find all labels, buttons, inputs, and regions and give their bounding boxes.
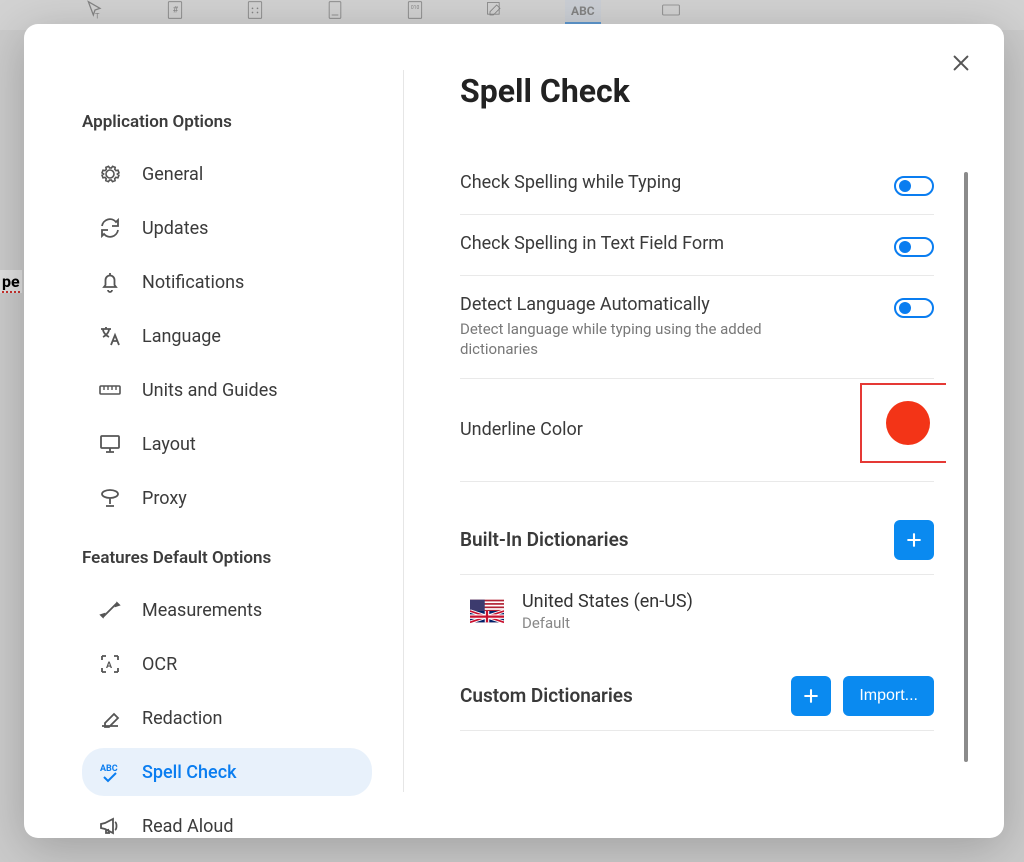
sidebar-item-units[interactable]: Units and Guides <box>82 366 372 414</box>
section-custom-dictionaries: Custom Dictionaries Import... <box>460 662 934 731</box>
sidebar-item-ocr[interactable]: A OCR <box>82 640 372 688</box>
sidebar-item-label: Spell Check <box>142 762 236 783</box>
custom-dict-title: Custom Dictionaries <box>460 684 633 707</box>
row-check-form: Check Spelling in Text Field Form <box>460 215 934 276</box>
megaphone-icon <box>96 812 124 840</box>
sidebar-item-label: Language <box>142 326 221 347</box>
sublabel-detect-language: Detect language while typing using the a… <box>460 319 800 360</box>
add-custom-dict-button[interactable] <box>791 676 831 716</box>
sidebar-item-label: OCR <box>142 654 177 675</box>
gear-icon <box>96 160 124 188</box>
toggle-check-form[interactable] <box>894 237 934 257</box>
row-detect-language: Detect Language Automatically Detect lan… <box>460 276 934 379</box>
label-check-typing: Check Spelling while Typing <box>460 172 681 193</box>
options-sidebar: Application Options General Updates Notifi… <box>24 70 404 792</box>
sidebar-item-label: General <box>142 164 203 185</box>
scrollbar[interactable] <box>964 172 968 762</box>
sidebar-item-spellcheck[interactable]: ABC Spell Check <box>82 748 372 796</box>
underline-color-highlight <box>860 383 946 463</box>
measure-icon <box>96 596 124 624</box>
dict-name: United States (en-US) <box>522 591 693 612</box>
dict-item-en-us[interactable]: United States (en-US) Default <box>460 575 934 656</box>
section-builtin-dictionaries: Built-In Dictionaries <box>460 506 934 575</box>
ruler-icon <box>96 376 124 404</box>
options-content: Spell Check Check Spelling while Typing … <box>404 24 1004 838</box>
proxy-icon <box>96 484 124 512</box>
sidebar-heading-application: Application Options <box>82 112 403 132</box>
label-underline-color: Underline Color <box>460 419 583 440</box>
spellcheck-icon: ABC <box>96 758 124 786</box>
bell-icon <box>96 268 124 296</box>
sidebar-item-general[interactable]: General <box>82 150 372 198</box>
monitor-icon <box>96 430 124 458</box>
sidebar-item-layout[interactable]: Layout <box>82 420 372 468</box>
label-detect-language: Detect Language Automatically <box>460 294 800 315</box>
sidebar-item-proxy[interactable]: Proxy <box>82 474 372 522</box>
sidebar-heading-features: Features Default Options <box>82 548 403 568</box>
sidebar-item-redaction[interactable]: Redaction <box>82 694 372 742</box>
sidebar-item-label: Measurements <box>142 600 262 621</box>
flag-us-uk-icon <box>470 598 504 624</box>
eraser-icon <box>96 704 124 732</box>
add-builtin-dict-button[interactable] <box>894 520 934 560</box>
sidebar-item-label: Notifications <box>142 272 244 293</box>
builtin-dict-title: Built-In Dictionaries <box>460 528 629 551</box>
toggle-check-typing[interactable] <box>894 176 934 196</box>
sidebar-item-measurements[interactable]: Measurements <box>82 586 372 634</box>
row-underline-color: Underline Color <box>460 379 934 482</box>
sidebar-item-notifications[interactable]: Notifications <box>82 258 372 306</box>
options-modal: Application Options General Updates Notifi… <box>24 24 1004 838</box>
page-title: Spell Check <box>460 72 940 110</box>
sync-icon <box>96 214 124 242</box>
plus-icon <box>801 686 821 706</box>
import-dict-button[interactable]: Import... <box>843 676 934 716</box>
plus-icon <box>904 530 924 550</box>
translate-icon <box>96 322 124 350</box>
sidebar-item-updates[interactable]: Updates <box>82 204 372 252</box>
svg-text:A: A <box>106 661 113 671</box>
sidebar-item-label: Units and Guides <box>142 380 278 401</box>
sidebar-item-label: Redaction <box>142 708 222 729</box>
sidebar-item-language[interactable]: Language <box>82 312 372 360</box>
label-check-form: Check Spelling in Text Field Form <box>460 233 724 254</box>
sidebar-item-label: Updates <box>142 218 208 239</box>
toggle-detect-language[interactable] <box>894 298 934 318</box>
sidebar-item-label: Layout <box>142 434 196 455</box>
sidebar-item-label: Read Aloud <box>142 816 234 837</box>
content-scroll[interactable]: Check Spelling while Typing Check Spelli… <box>460 154 946 838</box>
ocr-icon: A <box>96 650 124 678</box>
underline-color-picker[interactable] <box>886 401 930 445</box>
sidebar-item-readaloud[interactable]: Read Aloud <box>82 802 372 850</box>
sidebar-item-label: Proxy <box>142 488 187 509</box>
dict-meta: Default <box>522 614 693 632</box>
row-check-typing: Check Spelling while Typing <box>460 154 934 215</box>
